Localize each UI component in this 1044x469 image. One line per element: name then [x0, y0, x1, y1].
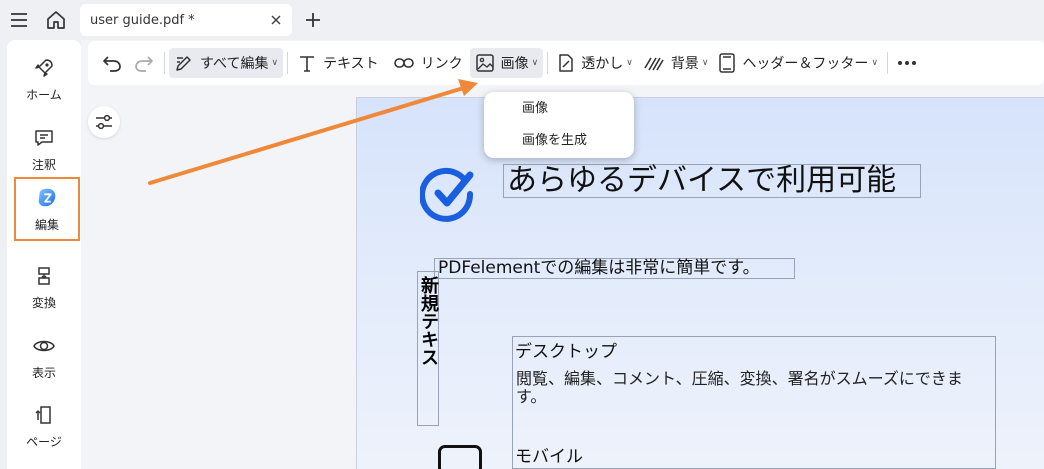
undo-button[interactable]	[96, 48, 128, 78]
chevron-down-icon: ∨	[271, 58, 279, 68]
heading-text-box[interactable]: あらゆるデバイスで利用可能	[503, 164, 921, 198]
edit-logo-icon	[35, 186, 59, 210]
watermark-icon	[559, 54, 573, 72]
desktop-body: 閲覧、編集、コメント、圧縮、変換、署名がスムーズにできます。	[516, 369, 963, 406]
rocket-icon	[32, 56, 56, 80]
image-dropdown-menu: 画像 画像を生成	[484, 92, 634, 158]
menu-item-generate-image[interactable]: 画像を生成	[484, 126, 634, 156]
more-icon	[898, 61, 917, 65]
chevron-down-icon: ∨	[701, 58, 709, 68]
background-button[interactable]: 背景 ∨	[638, 48, 714, 78]
checkmark-icon	[420, 167, 474, 222]
rail-item-label: ホーム	[26, 87, 62, 102]
image-icon	[475, 54, 494, 72]
eye-icon	[32, 334, 56, 358]
watermark-label: 透かし	[581, 56, 624, 72]
header-footer-button[interactable]: ヘッダー＆フッター ∨	[713, 48, 883, 78]
rail-item-label: ページ	[26, 434, 62, 449]
document-tab[interactable]: user guide.pdf *	[80, 4, 292, 36]
rail-item-label: 変換	[31, 295, 56, 310]
text-icon	[300, 56, 315, 72]
image-button[interactable]: 画像 ∨	[469, 48, 544, 78]
chevron-down-icon: ∨	[531, 58, 539, 68]
pages-icon	[32, 403, 56, 427]
close-icon[interactable]	[268, 12, 284, 28]
header-footer-icon	[719, 53, 736, 73]
rail-item-convert[interactable]: 変換	[7, 256, 81, 318]
rail-item-pages[interactable]: ページ	[7, 395, 81, 457]
rail-item-edit[interactable]: 編集	[14, 177, 80, 241]
edit-all-icon	[176, 56, 191, 71]
chevron-down-icon: ∨	[626, 58, 633, 68]
convert-icon	[32, 264, 56, 288]
desktop-title: デスクトップ	[515, 342, 617, 362]
rail-item-label: 表示	[31, 365, 56, 380]
link-button[interactable]: リンク	[388, 48, 468, 78]
background-label: 背景	[670, 56, 699, 72]
edit-all-button[interactable]: すべて編集 ∨	[169, 48, 284, 78]
chevron-down-icon: ∨	[871, 58, 879, 68]
title-bar: user guide.pdf *	[0, 0, 1044, 38]
plus-icon[interactable]	[300, 7, 326, 33]
undo-icon	[103, 56, 121, 72]
background-icon	[644, 57, 664, 71]
rail-item-label: 編集	[34, 217, 59, 232]
vertical-text-box[interactable]: 新規テキス	[417, 271, 439, 426]
menu-icon[interactable]	[6, 7, 32, 33]
document-tab-title: user guide.pdf *	[90, 12, 195, 28]
edit-toolbar: すべて編集 ∨ テキスト リンク 画像 ∨ 透かし ∨ 背景 ∨ ヘッダー＆フッ…	[88, 41, 1044, 85]
rail-item-home[interactable]: ホーム	[7, 48, 81, 110]
image-label: 画像	[500, 56, 529, 72]
rail-item-view[interactable]: 表示	[7, 326, 81, 388]
toolbar-divider	[887, 52, 889, 74]
link-label: リンク	[420, 56, 463, 72]
mobile-title: モバイル	[515, 447, 583, 467]
watermark-button[interactable]: 透かし ∨	[552, 48, 638, 78]
sliders-icon	[96, 114, 112, 130]
menu-item-image[interactable]: 画像	[484, 94, 634, 124]
settings-button[interactable]	[88, 106, 120, 138]
comment-icon	[32, 126, 56, 150]
text-button[interactable]: テキスト	[292, 48, 384, 78]
phone-icon	[438, 445, 482, 469]
toolbar-divider	[547, 52, 549, 74]
home-icon[interactable]	[43, 7, 69, 33]
toolbar-divider	[287, 52, 289, 74]
subheading-text-box[interactable]: PDFelementでの編集は非常に簡単です。	[434, 258, 795, 279]
link-icon	[393, 58, 414, 68]
edit-all-label: すべて編集	[200, 56, 269, 72]
more-button[interactable]	[892, 48, 922, 78]
toolbar-divider	[164, 52, 165, 74]
text-label: テキスト	[323, 56, 379, 72]
left-rail: ホーム 注釈 編集 変換 表示 ページ	[7, 40, 81, 469]
header-footer-label: ヘッダー＆フッター	[742, 56, 869, 72]
rail-item-annotate[interactable]: 注釈	[7, 118, 81, 180]
redo-button[interactable]	[128, 48, 160, 78]
redo-icon	[135, 56, 153, 72]
rail-item-label: 注釈	[31, 157, 56, 172]
